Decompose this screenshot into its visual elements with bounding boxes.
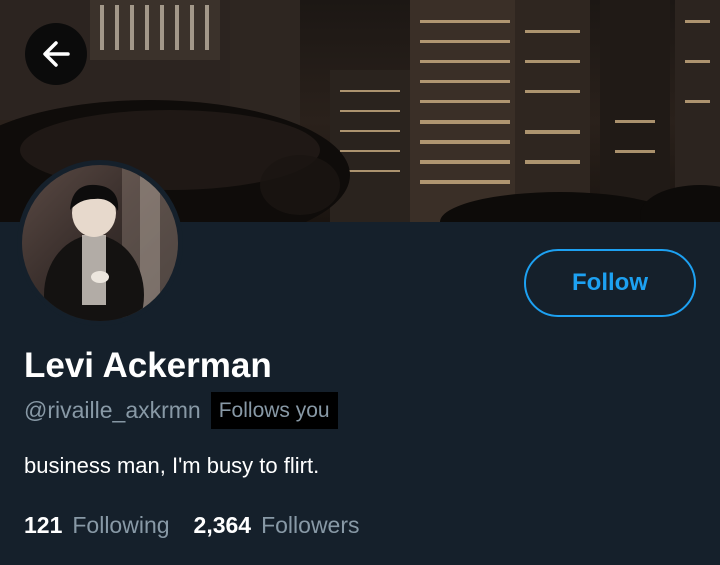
followers-stat[interactable]: 2,364 Followers [194, 512, 360, 539]
followers-label: Followers [261, 511, 360, 538]
followers-count: 2,364 [193, 511, 252, 538]
avatar-image [22, 165, 178, 321]
profile-stats: 121 Following 2,364 Followers [24, 508, 360, 542]
handle-row: @rivaille_axkrmn Follows you [24, 390, 338, 430]
back-button[interactable] [25, 23, 87, 85]
following-stat[interactable]: 121 Following [24, 512, 170, 539]
profile-name: Levi Ackerman [24, 346, 272, 385]
following-label: Following [72, 511, 170, 538]
profile-handle: @rivaille_axkrmn [24, 396, 201, 423]
profile-bio: business man, I'm busy to flirt. [24, 453, 320, 478]
follows-you-badge: Follows you [210, 391, 338, 429]
follow-button[interactable]: Follow [524, 249, 696, 317]
arrow-left-icon [43, 41, 70, 67]
avatar[interactable] [17, 160, 183, 326]
following-count: 121 [24, 511, 63, 538]
